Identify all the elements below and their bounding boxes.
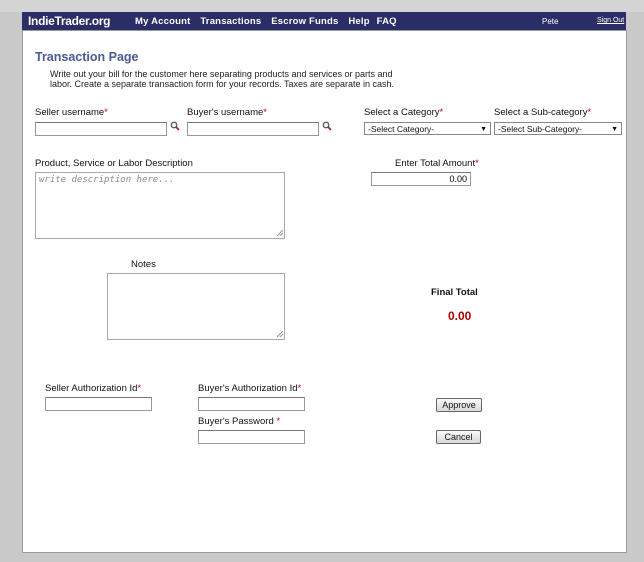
buyer-password-label-text: Buyer's Password	[198, 416, 274, 427]
buyer-password-input[interactable]	[198, 430, 305, 444]
buyer-auth-label: Buyer's Authorization Id*	[198, 383, 301, 394]
transaction-panel: Transaction Page Write out your bill for…	[22, 30, 627, 553]
category-select[interactable]: -Select Category- ▼	[364, 122, 491, 135]
category-select-value: -Select Category-	[368, 124, 435, 134]
username-display: Pete	[542, 17, 559, 26]
top-gap	[0, 0, 644, 12]
required-marker: *	[439, 107, 444, 118]
required-marker: *	[137, 383, 142, 394]
notes-label: Notes	[131, 259, 156, 270]
buyer-lookup-magnifier-icon[interactable]	[322, 121, 332, 131]
chevron-down-icon: ▼	[480, 126, 487, 133]
buyer-username-label-text: Buyer's username	[187, 107, 264, 118]
nav-help[interactable]: Help	[348, 16, 369, 27]
subcategory-select[interactable]: -Select Sub-Category- ▼	[494, 122, 622, 135]
buyer-username-label: Buyer's username*	[187, 107, 267, 118]
amount-label-text: Enter Total Amount	[395, 158, 476, 169]
required-marker: *	[263, 107, 267, 118]
required-marker: *	[104, 107, 108, 118]
subcategory-label-text: Select a Sub-category	[494, 107, 588, 118]
category-label-text: Select a Category	[364, 107, 440, 118]
seller-lookup-magnifier-icon[interactable]	[170, 121, 180, 131]
top-navbar: IndieTrader.org My Account Transactions …	[22, 12, 626, 30]
required-marker: *	[475, 158, 479, 169]
resize-grip-icon[interactable]	[277, 230, 283, 236]
seller-username-input[interactable]	[35, 122, 167, 136]
subcategory-select-value: -Select Sub-Category-	[498, 124, 583, 134]
description-textarea[interactable]	[35, 172, 285, 239]
approve-button[interactable]: Approve	[436, 398, 482, 412]
seller-auth-label: Seller Authorization Id*	[45, 383, 141, 394]
cancel-button[interactable]: Cancel	[436, 430, 481, 444]
amount-label: Enter Total Amount*	[395, 158, 479, 169]
description-label: Product, Service or Labor Description	[35, 158, 193, 169]
required-marker: *	[587, 107, 592, 118]
notes-textarea[interactable]	[107, 273, 285, 340]
intro-text: Write out your bill for the customer her…	[50, 69, 395, 89]
nav-transactions[interactable]: Transactions	[200, 16, 261, 27]
nav-faq[interactable]: FAQ	[377, 16, 397, 27]
total-amount-input[interactable]	[371, 172, 471, 186]
sign-out-link[interactable]: Sign Out	[597, 17, 624, 24]
seller-username-label: Seller username*	[35, 107, 108, 118]
nav-escrow-funds[interactable]: Escrow Funds	[271, 16, 338, 27]
subcategory-label: Select a Sub-category*	[494, 107, 591, 118]
nav-my-account[interactable]: My Account	[135, 16, 190, 27]
buyer-password-label: Buyer's Password *	[198, 416, 280, 427]
brand-logo[interactable]: IndieTrader.org	[28, 14, 111, 28]
buyer-auth-input[interactable]	[198, 397, 305, 411]
buyer-auth-label-text: Buyer's Authorization Id	[198, 383, 298, 394]
resize-grip-icon[interactable]	[277, 331, 283, 337]
final-total-value: 0.00	[448, 309, 472, 323]
final-total-label: Final Total	[431, 287, 478, 298]
seller-auth-label-text: Seller Authorization Id	[45, 383, 138, 394]
required-marker: *	[276, 416, 281, 427]
seller-auth-input[interactable]	[45, 397, 152, 411]
required-marker: *	[297, 383, 302, 394]
nav-links: My Account Transactions Escrow Funds Hel…	[135, 16, 404, 27]
page-title: Transaction Page	[35, 50, 139, 64]
chevron-down-icon: ▼	[611, 126, 618, 133]
category-label: Select a Category*	[364, 107, 443, 118]
buyer-username-input[interactable]	[187, 122, 319, 136]
seller-username-label-text: Seller username	[35, 107, 105, 118]
